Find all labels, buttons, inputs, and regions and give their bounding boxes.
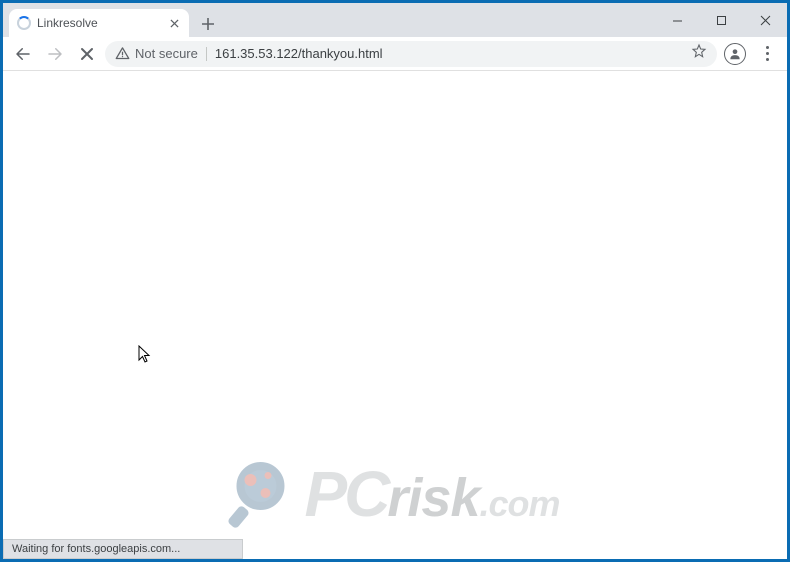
magnifying-glass-icon — [230, 462, 294, 526]
warning-icon — [115, 46, 130, 61]
forward-arrow-icon — [46, 45, 64, 63]
menu-button[interactable] — [753, 40, 781, 68]
loading-spinner-icon — [17, 16, 31, 30]
profile-button[interactable] — [721, 40, 749, 68]
watermark-pc: PC — [304, 458, 387, 530]
toolbar: Not secure 161.35.53.122/thankyou.html — [3, 37, 787, 71]
close-icon — [760, 15, 771, 26]
page-content: PCrisk.com Waiting for fonts.googleapis.… — [3, 71, 787, 559]
tab-title: Linkresolve — [37, 16, 161, 30]
maximize-button[interactable] — [699, 5, 743, 35]
address-bar[interactable]: Not secure 161.35.53.122/thankyou.html — [105, 41, 717, 67]
security-indicator[interactable]: Not secure — [115, 46, 198, 61]
tab-strip: Linkresolve — [3, 9, 655, 37]
forward-button[interactable] — [41, 40, 69, 68]
maximize-icon — [716, 15, 727, 26]
plus-icon — [201, 17, 215, 31]
back-arrow-icon — [14, 45, 32, 63]
stop-button[interactable] — [73, 40, 101, 68]
close-window-button[interactable] — [743, 5, 787, 35]
status-bar: Waiting for fonts.googleapis.com... — [3, 539, 243, 559]
minimize-icon — [672, 15, 683, 26]
watermark-risk: risk — [387, 468, 479, 528]
divider — [206, 47, 207, 61]
new-tab-button[interactable] — [195, 11, 221, 37]
mouse-cursor-icon — [138, 345, 152, 365]
user-icon — [724, 43, 746, 65]
watermark-logo: PCrisk.com — [230, 457, 559, 531]
kebab-menu-icon — [755, 46, 779, 61]
bookmark-button[interactable] — [691, 43, 707, 64]
watermark-text: PCrisk.com — [304, 457, 559, 531]
stop-icon — [80, 47, 94, 61]
url-text: 161.35.53.122/thankyou.html — [215, 46, 683, 61]
browser-tab[interactable]: Linkresolve — [9, 9, 189, 37]
watermark-com: .com — [479, 483, 559, 524]
minimize-button[interactable] — [655, 5, 699, 35]
titlebar: Linkresolve — [3, 3, 787, 37]
status-text: Waiting for fonts.googleapis.com... — [12, 543, 180, 555]
security-label: Not secure — [135, 46, 198, 61]
close-icon — [170, 19, 179, 28]
window-controls — [655, 3, 787, 37]
star-icon — [691, 43, 707, 59]
close-tab-button[interactable] — [167, 16, 181, 30]
browser-window: Linkresolve — [3, 3, 787, 559]
back-button[interactable] — [9, 40, 37, 68]
